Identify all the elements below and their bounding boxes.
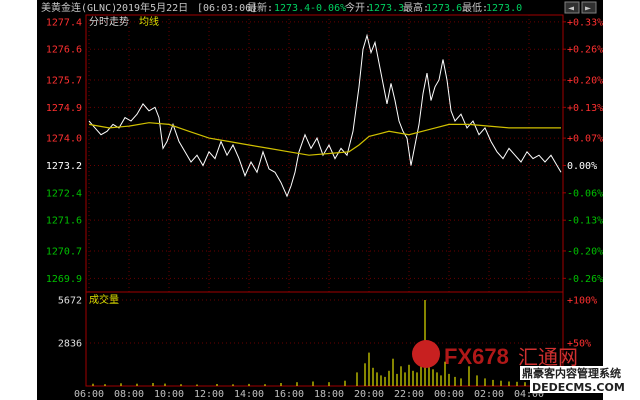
volume-bar (448, 373, 450, 386)
volume-bar (516, 381, 518, 386)
volume-bar (104, 384, 106, 386)
time-tick: 06:00 (74, 389, 104, 400)
price-y-tick-right: -0.13% (567, 216, 603, 227)
volume-y-tick-left: 2836 (58, 339, 82, 350)
volume-y-tick-right: +100% (567, 296, 597, 307)
time-tick: 08:00 (114, 389, 144, 400)
header-low-value: 1273.0 (486, 3, 522, 14)
volume-bar (404, 372, 406, 386)
gold-intraday-chart: 美黄金连(GLNC) 2019年5月22日 [06:03:06] 最新: 127… (0, 0, 640, 400)
volume-bar (232, 384, 234, 386)
price-y-tick-right: +0.33% (567, 17, 603, 28)
volume-bar (376, 372, 378, 386)
volume-bar (152, 383, 154, 386)
volume-bar (392, 358, 394, 386)
header-low-label: 最低: (462, 1, 488, 14)
volume-bar (364, 363, 366, 386)
volume-bar (248, 383, 250, 386)
price-y-tick-left: 1271.6 (46, 216, 82, 227)
volume-bar (280, 383, 282, 386)
time-tick: 02:00 (474, 389, 504, 400)
scroll-right-icon: ► (585, 3, 591, 14)
price-y-tick-left: 1275.7 (46, 75, 82, 86)
watermark-line2: 鼎豪客内容管理系统 (522, 366, 621, 380)
price-y-tick-right: 0.00% (567, 161, 597, 172)
chart-background (37, 0, 603, 400)
volume-bar (180, 384, 182, 386)
volume-bar (92, 383, 94, 386)
time-tick: 16:00 (274, 389, 304, 400)
volume-bar (372, 367, 374, 386)
time-tick: 20:00 (354, 389, 384, 400)
volume-bar (400, 366, 402, 386)
price-y-tick-left: 1270.7 (46, 246, 82, 257)
volume-bar (136, 383, 138, 386)
volume-bar (388, 370, 390, 386)
price-y-tick-left: 1272.4 (46, 188, 82, 199)
header-date: 2019年5月22日 (116, 1, 188, 14)
price-y-tick-right: +0.20% (567, 75, 603, 86)
volume-bar (164, 383, 166, 386)
volume-bar (524, 382, 526, 386)
volume-bar (436, 372, 438, 386)
volume-bar (468, 366, 470, 386)
header-latest-label: 最新: (247, 1, 273, 14)
price-y-tick-right: +0.07% (567, 134, 603, 145)
volume-bar (440, 375, 442, 386)
volume-bar (508, 381, 510, 386)
price-y-tick-left: 1274.9 (46, 103, 82, 114)
volume-bar (196, 384, 198, 386)
volume-bar (328, 382, 330, 386)
volume-bar (416, 372, 418, 386)
price-y-tick-left: 1273.2 (46, 161, 82, 172)
price-y-tick-right: -0.20% (567, 246, 603, 257)
time-tick: 12:00 (194, 389, 224, 400)
header-bar: 美黄金连(GLNC) 2019年5月22日 [06:03:06] 最新: 127… (41, 1, 597, 14)
header-change-value: -0.06% (310, 3, 346, 14)
volume-bar (380, 375, 382, 386)
volume-bar (216, 384, 218, 386)
price-y-tick-left: 1269.9 (46, 274, 82, 285)
volume-bar (484, 378, 486, 386)
volume-bar (432, 369, 434, 386)
volume-bar (412, 370, 414, 386)
watermark-line1: 汇通网 (518, 345, 578, 369)
time-tick: 22:00 (394, 389, 424, 400)
time-tick: 14:00 (234, 389, 264, 400)
price-y-tick-right: -0.06% (567, 188, 603, 199)
header-high-value: 1273.6 (426, 3, 462, 14)
volume-bar (368, 352, 370, 386)
volume-bar (312, 381, 314, 386)
scroll-left-icon: ◄ (568, 3, 574, 14)
volume-bar (476, 375, 478, 386)
price-y-tick-right: +0.13% (567, 103, 603, 114)
price-y-tick-left: 1274.0 (46, 134, 82, 145)
price-y-tick-left: 1276.6 (46, 45, 82, 56)
price-y-tick-right: +0.26% (567, 45, 603, 56)
header-symbol: 美黄金连(GLNC) (41, 1, 117, 14)
volume-bar (460, 378, 462, 386)
price-y-tick-right: -0.26% (567, 274, 603, 285)
price-y-tick-left: 1277.4 (46, 17, 82, 28)
watermark-line3: DEDECMS.COM (532, 381, 625, 394)
volume-bar (408, 364, 410, 386)
volume-bar (492, 379, 494, 386)
time-tick: 00:00 (434, 389, 464, 400)
time-tick: 18:00 (314, 389, 344, 400)
volume-bar (500, 380, 502, 386)
volume-bar (296, 382, 298, 386)
volume-bar (384, 376, 386, 386)
volume-y-tick-left: 5672 (58, 296, 82, 307)
volume-bar (344, 380, 346, 386)
watermark-brand: FX678 (444, 344, 509, 369)
header-open-value: 1273.3 (368, 3, 404, 14)
volume-bar (356, 372, 358, 386)
volume-bar (120, 383, 122, 386)
time-tick: 10:00 (154, 389, 184, 400)
volume-bar (264, 384, 266, 386)
volume-bar (396, 373, 398, 386)
watermark-logo-icon (412, 340, 440, 368)
header-latest-value: 1273.4 (274, 3, 310, 14)
volume-bar (454, 376, 456, 386)
